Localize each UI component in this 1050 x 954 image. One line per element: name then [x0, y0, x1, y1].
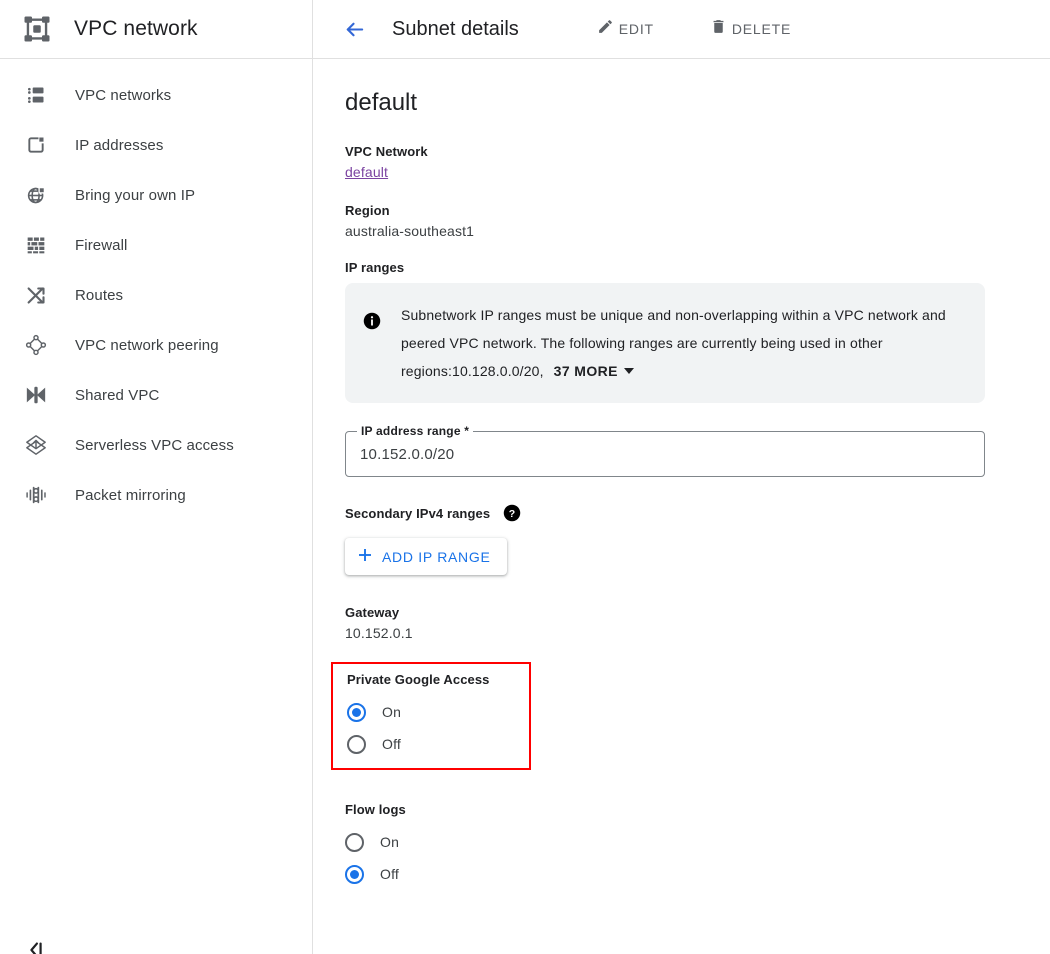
flow-logs-title: Flow logs: [345, 802, 406, 817]
sidebar-item-vpc-network-peering[interactable]: VPC network peering: [0, 320, 312, 370]
region-field: Region australia-southeast1: [345, 203, 1050, 239]
sidebar-item-firewall[interactable]: Firewall: [0, 220, 312, 270]
sidebar-item-label: Shared VPC: [75, 386, 160, 404]
sidebar-header: VPC network: [0, 0, 312, 59]
flow-logs-section: Flow logs On Off: [345, 802, 1050, 890]
sidebar-item-label: Packet mirroring: [75, 486, 186, 504]
ip-address-range-label: IP address range *: [357, 424, 474, 438]
svg-text:?: ?: [509, 508, 515, 520]
gateway-value: 10.152.0.1: [345, 625, 413, 641]
info-banner-text: Subnetwork IP ranges must be unique and …: [401, 307, 946, 379]
sidebar-item-routes[interactable]: Routes: [0, 270, 312, 320]
arrow-back-icon[interactable]: [334, 9, 374, 49]
subnet-name: default: [345, 89, 418, 116]
private-google-access-title: Private Google Access: [347, 672, 490, 687]
sidebar-item-bring-your-own-ip[interactable]: Bring your own IP: [0, 170, 312, 220]
collapse-panel-icon[interactable]: [22, 936, 50, 954]
sidebar-item-serverless-vpc-access[interactable]: Serverless VPC access: [0, 420, 312, 470]
vpc-network-link[interactable]: default: [345, 164, 388, 180]
detail-topbar: Subnet details EDIT DELETE: [313, 0, 1050, 59]
private-google-access-highlight: Private Google Access On Off: [331, 662, 531, 770]
sidebar-item-label: Firewall: [75, 236, 128, 254]
gateway-field: Gateway 10.152.0.1: [345, 605, 1050, 641]
vpc-network-icon: [18, 10, 56, 48]
gateway-label: Gateway: [345, 605, 400, 620]
sidebar-item-label: IP addresses: [75, 136, 164, 154]
page-title: Subnet details: [392, 17, 519, 40]
sidebar-item-label: VPC network peering: [75, 336, 219, 354]
delete-button[interactable]: DELETE: [700, 10, 801, 48]
vpc-network-label: VPC Network: [345, 144, 428, 159]
sidebar-nav: VPC networks IP addresses Bring your own…: [0, 59, 312, 520]
radio-off-icon[interactable]: [347, 734, 366, 754]
subnet-detail-content: default VPC Network default Region austr…: [313, 59, 1050, 890]
more-ranges-button[interactable]: 37 MORE: [554, 357, 634, 385]
vpc-networks-icon: [24, 83, 48, 107]
product-title: VPC network: [74, 17, 198, 40]
radio-off-label: Off: [382, 736, 402, 752]
radio-off-label: Off: [380, 866, 400, 882]
info-icon: [363, 312, 381, 335]
plus-icon: [357, 547, 373, 566]
sidebar-item-label: Routes: [75, 286, 124, 304]
sidebar-item-label: Serverless VPC access: [75, 436, 234, 454]
sidebar-item-shared-vpc[interactable]: Shared VPC: [0, 370, 312, 420]
add-ip-range-label: ADD IP RANGE: [382, 548, 491, 565]
help-icon[interactable]: ?: [503, 504, 521, 522]
ip-addresses-icon: [24, 133, 48, 157]
routes-icon: [24, 283, 48, 307]
edit-button[interactable]: EDIT: [587, 10, 664, 48]
firewall-icon: [24, 233, 48, 257]
chevron-down-icon: [623, 368, 634, 374]
topbar-actions: EDIT DELETE: [587, 10, 801, 48]
pencil-icon: [597, 18, 614, 40]
private-google-access-option-on[interactable]: On: [347, 696, 519, 728]
more-ranges-label: 37 MORE: [553, 363, 618, 379]
info-banner-text-wrap: Subnetwork IP ranges must be unique and …: [401, 301, 965, 385]
delete-label: DELETE: [731, 21, 792, 37]
flow-logs-option-on[interactable]: On: [345, 826, 1050, 858]
vpc-network-field: VPC Network default: [345, 144, 1050, 182]
main-panel: Subnet details EDIT DELETE default VPC N…: [313, 0, 1050, 954]
secondary-ranges-label: Secondary IPv4 ranges: [345, 505, 491, 521]
radio-on-label: On: [382, 704, 402, 720]
radio-on-label: On: [380, 834, 400, 850]
packet-mirroring-icon: [24, 483, 48, 507]
shared-vpc-icon: [24, 383, 48, 407]
sidebar-item-ip-addresses[interactable]: IP addresses: [0, 120, 312, 170]
region-value: australia-southeast1: [345, 223, 475, 239]
ip-ranges-info-banner: Subnetwork IP ranges must be unique and …: [345, 283, 985, 403]
flow-logs-option-off[interactable]: Off: [345, 858, 1050, 890]
sidebar: VPC network VPC networks IP addresses Br…: [0, 0, 313, 954]
edit-label: EDIT: [618, 21, 654, 37]
radio-on-icon[interactable]: [345, 832, 364, 852]
sidebar-item-label: VPC networks: [75, 86, 172, 104]
radio-off-icon[interactable]: [345, 864, 364, 884]
region-label: Region: [345, 203, 390, 218]
vpc-network-peering-icon: [24, 333, 48, 357]
ip-address-range-field[interactable]: IP address range *: [345, 424, 985, 477]
serverless-vpc-access-icon: [24, 433, 48, 457]
add-ip-range-button[interactable]: ADD IP RANGE: [345, 538, 507, 575]
ip-ranges-label: IP ranges: [345, 260, 405, 275]
radio-on-icon[interactable]: [347, 702, 366, 722]
sidebar-item-vpc-networks[interactable]: VPC networks: [0, 70, 312, 120]
secondary-ranges-header: Secondary IPv4 ranges ?: [345, 504, 1050, 522]
trash-icon: [710, 18, 727, 40]
app-root: VPC network VPC networks IP addresses Br…: [0, 0, 1050, 954]
bring-your-own-ip-icon: [24, 183, 48, 207]
sidebar-item-packet-mirroring[interactable]: Packet mirroring: [0, 470, 312, 520]
sidebar-item-label: Bring your own IP: [75, 186, 196, 204]
ip-address-range-input[interactable]: [346, 432, 984, 476]
ip-ranges-section: IP ranges Subnetwork IP ranges must be u…: [345, 260, 1050, 403]
private-google-access-option-off[interactable]: Off: [347, 728, 519, 760]
